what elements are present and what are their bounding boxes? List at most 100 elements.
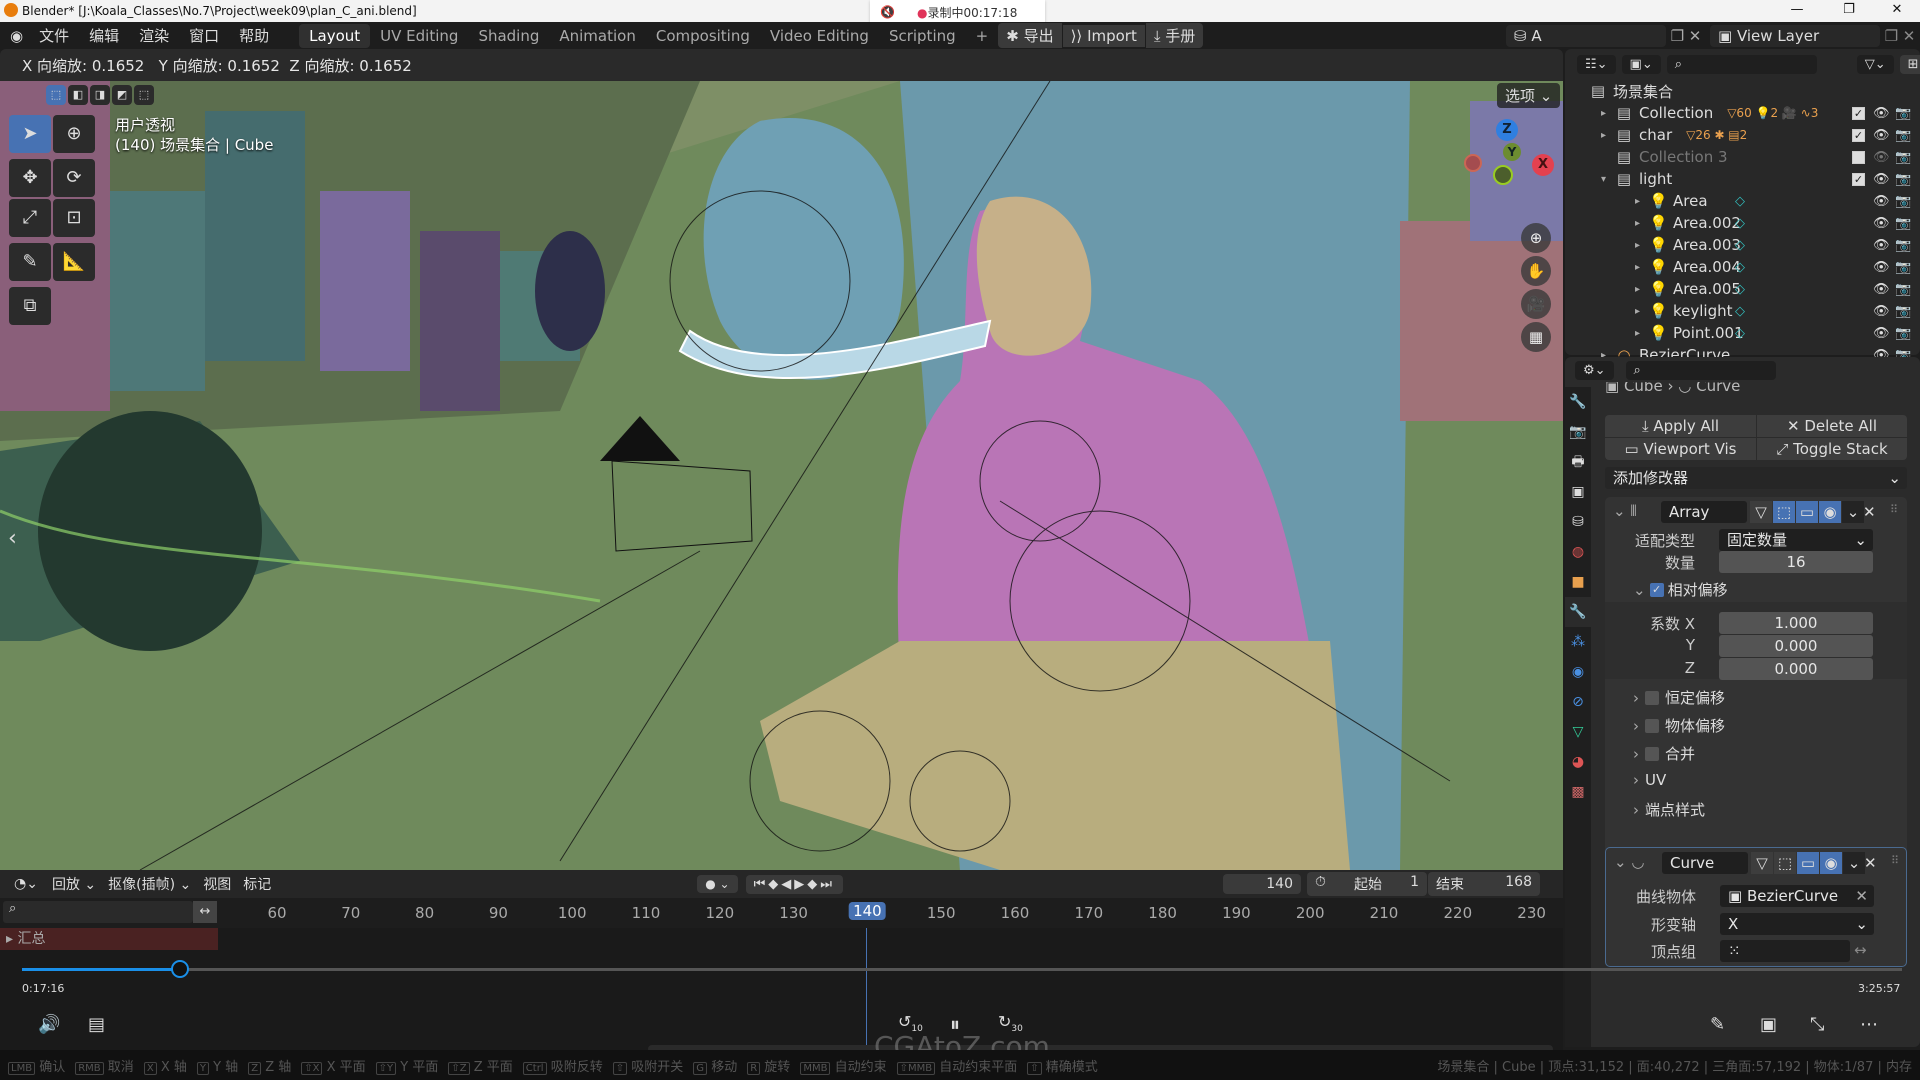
eye-icon[interactable]: 👁 [1873, 304, 1890, 319]
view-layer-filter-icon[interactable]: ▣⌄ [1621, 55, 1661, 74]
timeline-body[interactable]: ▸ 汇总 [0, 928, 1563, 1050]
eye-icon[interactable]: 👁 [1873, 282, 1890, 297]
scene-tab-icon[interactable]: ⛁ [1565, 507, 1591, 537]
blender-menu-icon[interactable]: ◉ [0, 27, 29, 45]
auto-keying-toggle[interactable]: ● ⌄ [697, 875, 738, 893]
measure-tool-icon[interactable]: 📐 [53, 243, 95, 281]
add-workspace-button[interactable]: + [966, 24, 999, 48]
remove-curve-icon[interactable]: ✕ [1864, 854, 1877, 872]
drag-handle-icon[interactable]: ⠿ [1890, 503, 1898, 516]
tab-animation[interactable]: Animation [549, 24, 645, 48]
eye-icon[interactable]: 👁 [1873, 172, 1890, 187]
import-addon-button[interactable]: ⟩⟩ Import [1062, 24, 1145, 47]
scene-new-close-icons[interactable]: ❐ ✕ [1666, 27, 1706, 45]
camera-render-icon[interactable]: 📷 [1895, 326, 1911, 341]
factor-z-field[interactable]: 0.000 [1719, 658, 1873, 680]
expand-arrow-icon[interactable]: ▸ [1635, 284, 1649, 295]
realtime-icon[interactable]: ▭ [1796, 501, 1818, 523]
editmode-cage-icon[interactable]: ▽ [1750, 501, 1772, 523]
eye-icon[interactable]: 👁 [1873, 150, 1890, 165]
curve-object-field[interactable]: ▣ BezierCurve ✕ [1720, 885, 1874, 907]
manual-addon-button[interactable]: ⤓ 手册 [1145, 23, 1204, 48]
maximize-button[interactable]: ❐ [1826, 0, 1872, 22]
menu-window[interactable]: 窗口 [179, 25, 229, 46]
summary-channel[interactable]: ▸ 汇总 [0, 928, 218, 950]
expand-arrow-icon[interactable]: ▸ [1635, 240, 1649, 251]
eye-icon[interactable]: 👁 [1873, 238, 1890, 253]
eye-icon[interactable]: 👁 [1873, 194, 1890, 209]
subpanel-checkbox[interactable] [1645, 746, 1659, 761]
outliner-row[interactable]: ▸ ▤ Collection ▽60 💡2 🎥 ∿3 ✓ 👁 📷 [1565, 102, 1920, 124]
playback-controls[interactable]: ⏮◆◀▶◆⏭ [745, 874, 843, 894]
new-collection-icon[interactable]: ⊞ [1899, 55, 1920, 74]
eye-icon[interactable]: 👁 [1873, 326, 1890, 341]
select-extend-icon[interactable]: ◧ [68, 85, 88, 105]
array-subpanel[interactable]: › 端点样式 [1633, 799, 1705, 820]
outliner-row[interactable]: ▾ ▤ light ✓ 👁 📷 [1565, 168, 1920, 190]
subtitles-icon[interactable]: ▤ [88, 1014, 105, 1035]
volume-icon[interactable]: 🔊 [38, 1014, 60, 1035]
editor-type-clock-icon[interactable]: ◔⌄ [0, 876, 46, 892]
outliner-row[interactable]: ▸ 💡 Area 👁 📷 ◇ [1565, 190, 1920, 212]
camera-render-icon[interactable]: 📷 [1895, 282, 1911, 297]
outliner-row[interactable]: ▸ 💡 Area.003 👁 📷 ◇ [1565, 234, 1920, 256]
outliner-search-input[interactable]: ⌕ [1666, 55, 1817, 74]
tab-compositing[interactable]: Compositing [646, 24, 760, 48]
exclude-checkbox[interactable]: ✓ [1852, 106, 1865, 120]
outliner-row[interactable]: ▤ Collection 3 👁 📷 [1565, 146, 1920, 168]
select-subtract-icon[interactable]: ◨ [90, 85, 110, 105]
expand-arrow-icon[interactable]: ▸ [1635, 306, 1649, 317]
menu-edit[interactable]: 编辑 [79, 25, 129, 46]
filter-icon[interactable]: ▽⌄ [1856, 55, 1894, 74]
array-subpanel[interactable]: › 合并 [1633, 743, 1695, 764]
miniplayer-icon[interactable]: ▣ [1760, 1014, 1777, 1035]
select-new-icon[interactable]: ⬚ [46, 85, 66, 105]
properties-search-input[interactable]: ⌕ [1625, 361, 1776, 380]
camera-render-icon[interactable]: 📷 [1895, 260, 1911, 275]
camera-render-icon[interactable]: 📷 [1895, 194, 1911, 209]
expand-arrow-icon[interactable]: ▾ [1601, 174, 1615, 185]
toggle-stack-button[interactable]: ⤢ Toggle Stack [1757, 438, 1907, 460]
expand-arrow-icon[interactable]: ▸ [1601, 108, 1615, 119]
curve-menu-icon[interactable]: ⌄ [1843, 852, 1865, 874]
eye-icon[interactable]: 👁 [1873, 106, 1890, 121]
invert-vertex-group-icon[interactable]: ↔ [1854, 941, 1867, 959]
camera-render-icon[interactable]: 📷 [1895, 172, 1911, 187]
move-tool-icon[interactable]: ✥ [9, 159, 51, 197]
realtime-icon[interactable]: ▭ [1797, 852, 1819, 874]
delete-all-button[interactable]: ✕ Delete All [1757, 415, 1907, 437]
eye-icon[interactable]: 👁 [1873, 128, 1890, 143]
expand-arrow-icon[interactable]: ▸ [1635, 196, 1649, 207]
view-layer-selector[interactable]: ▣ View Layer [1710, 24, 1880, 47]
add-cube-tool-icon[interactable]: ⧉ [9, 287, 51, 325]
gizmo-neg-y[interactable] [1493, 165, 1513, 185]
array-name-field[interactable]: Array [1661, 501, 1747, 523]
array-menu-icon[interactable]: ⌄ [1842, 501, 1864, 523]
tab-layout[interactable]: Layout [299, 23, 371, 48]
swap-icon[interactable]: ↔ [193, 901, 217, 923]
exclude-checkbox[interactable]: ✓ [1852, 172, 1865, 186]
rotate-tool-icon[interactable]: ⟳ [53, 159, 95, 197]
output-tab-icon[interactable]: 🖶 [1565, 447, 1591, 477]
object-tab-icon[interactable]: ■ [1565, 567, 1591, 597]
camera-render-icon[interactable]: 📷 [1895, 128, 1911, 143]
select-invert-icon[interactable]: ◩ [112, 85, 132, 105]
display-mode-icon[interactable]: ☷⌄ [1577, 55, 1616, 74]
menu-view[interactable]: 视图 [197, 874, 237, 894]
menu-render[interactable]: 渲染 [129, 25, 179, 46]
factor-y-field[interactable]: 0.000 [1719, 635, 1873, 657]
physics-tab-icon[interactable]: ◉ [1565, 657, 1591, 687]
subpanel-checkbox[interactable] [1645, 718, 1659, 733]
timeline-ruler[interactable]: ⌕ ↔ 60 70 80 90 100 110 120 130 140 150 160 170 180 1… [0, 898, 1563, 928]
scale-tool-icon[interactable]: ⤢ [9, 199, 51, 237]
outliner-row[interactable]: ▸ 💡 Area.004 👁 📷 ◇ [1565, 256, 1920, 278]
eye-icon[interactable]: 👁 [1873, 216, 1890, 231]
outliner-row[interactable]: ▸ 💡 Point.001 👁 📷 ◇ [1565, 322, 1920, 344]
render-icon[interactable]: ◉ [1820, 852, 1842, 874]
exclude-checkbox[interactable]: ✓ [1852, 128, 1865, 142]
view-layer-new-icon[interactable]: ❐ ✕ [1880, 27, 1920, 45]
expand-arrow-icon[interactable]: ▸ [1635, 218, 1649, 229]
data-tab-icon[interactable]: ▽ [1565, 717, 1591, 747]
render-tab-icon[interactable]: 📷 [1565, 417, 1591, 447]
count-field[interactable]: 16 [1719, 551, 1873, 573]
